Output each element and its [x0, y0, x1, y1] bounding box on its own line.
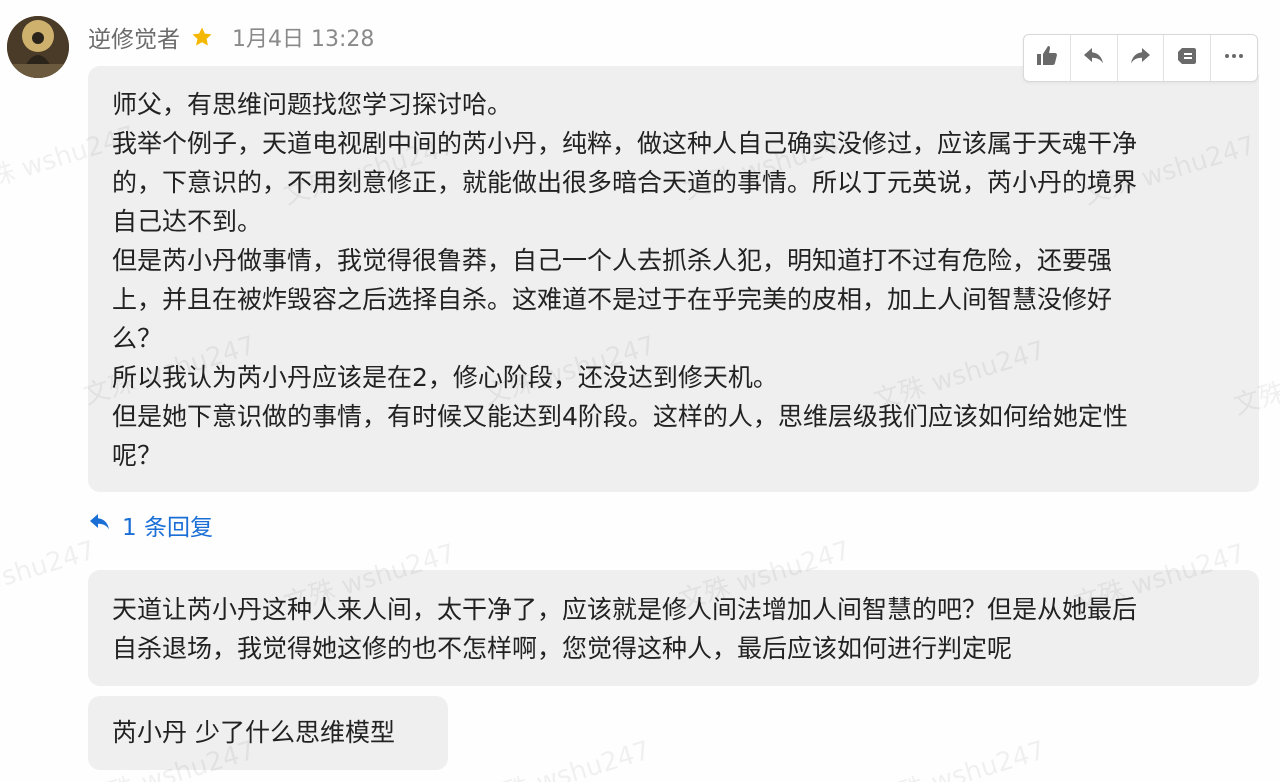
reply-icon	[1082, 44, 1106, 72]
more-icon	[1222, 44, 1246, 72]
watermark: 文殊 wshu247	[0, 535, 99, 617]
comment-thread: 逆修觉者 1月4日 13:28 师父，有思维问题找您学习探讨哈。 我举个例子，天…	[0, 0, 1280, 782]
post-line: 的，下意识的，不用刻意修正，就能做出很多暗合天道的事情。所以丁元英说，芮小丹的境…	[112, 168, 1138, 197]
author-name[interactable]: 逆修觉者	[88, 20, 180, 54]
comment-header: 逆修觉者 1月4日 13:28	[88, 20, 375, 54]
replies-count-label: 1 条回复	[122, 515, 213, 541]
forward-icon	[1128, 44, 1152, 72]
view-replies-link[interactable]: 1 条回复	[88, 510, 213, 541]
forward-button[interactable]	[1118, 35, 1165, 81]
reply-line: 芮小丹 少了什么思维模型	[112, 718, 395, 747]
post-line: 呢？	[112, 441, 163, 470]
post-line: 但是芮小丹做事情，我觉得很鲁莽，自己一个人去抓杀人犯，明知道打不过有危险，还要强	[112, 246, 1113, 275]
watermark: 文殊 wshu247	[870, 735, 1049, 782]
post-line: 我举个例子，天道电视剧中间的芮小丹，纯粹，做这种人自己确实没修过，应该属于天魂干…	[112, 129, 1138, 158]
user-avatar[interactable]	[7, 16, 69, 78]
reply-button[interactable]	[1071, 35, 1118, 81]
archive-icon	[1175, 44, 1199, 72]
post-timestamp: 1月4日 13:28	[232, 27, 375, 52]
post-line: 么？	[112, 324, 163, 353]
reply-line: 自杀退场，我觉得她这修的也不怎样啊，您觉得这种人，最后应该如何进行判定呢	[112, 634, 1013, 663]
post-line: 自己达不到。	[112, 207, 263, 236]
star-icon	[190, 25, 214, 49]
reply-line: 天道让芮小丹这种人来人间，太干净了，应该就是修人间法增加人间智慧的吧？但是从她最…	[112, 595, 1138, 624]
watermark: 文殊 wshu247	[475, 735, 654, 782]
reply-message: 天道让芮小丹这种人来人间，太干净了，应该就是修人间法增加人间智慧的吧？但是从她最…	[88, 570, 1259, 686]
comment-action-toolbar	[1023, 34, 1258, 82]
thumbs-up-icon	[1035, 44, 1059, 72]
like-button[interactable]	[1024, 35, 1071, 81]
reply-icon	[88, 510, 112, 540]
post-line: 上，并且在被炸毁容之后选择自杀。这难道不是过于在乎完美的皮相，加上人间智慧没修好	[112, 285, 1113, 314]
more-button[interactable]	[1211, 35, 1257, 81]
archive-button[interactable]	[1164, 35, 1212, 81]
post-line: 所以我认为芮小丹应该是在2，修心阶段，还没达到修天机。	[112, 363, 778, 392]
post-body: 师父，有思维问题找您学习探讨哈。 我举个例子，天道电视剧中间的芮小丹，纯粹，做这…	[88, 66, 1259, 492]
post-line: 但是她下意识做的事情，有时候又能达到4阶段。这样的人，思维层级我们应该如何给她定…	[112, 402, 1128, 431]
post-line: 师父，有思维问题找您学习探讨哈。	[112, 90, 513, 119]
reply-message: 芮小丹 少了什么思维模型	[88, 696, 448, 770]
